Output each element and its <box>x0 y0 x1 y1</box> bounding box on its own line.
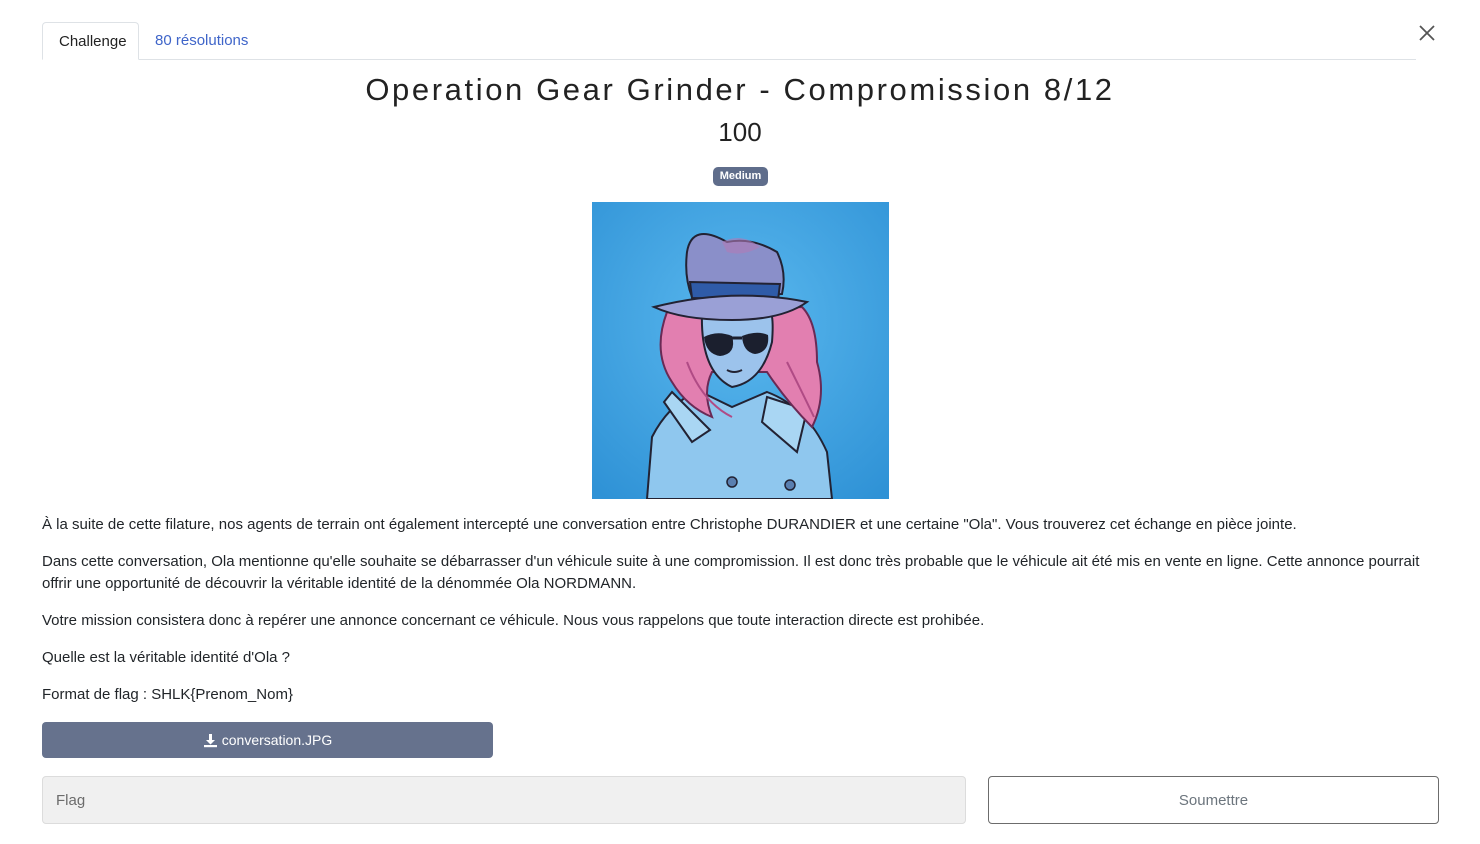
description-paragraph: À la suite de cette filature, nos agents… <box>42 516 1297 533</box>
close-icon[interactable] <box>1416 22 1438 44</box>
tab-solves[interactable]: 80 résolutions <box>139 22 264 59</box>
difficulty-badge: Medium <box>713 167 768 186</box>
attachment-filename: conversation.JPG <box>221 732 333 748</box>
description-question: Quelle est la véritable identité d'Ola ? <box>42 649 291 666</box>
challenge-description: À la suite de cette filature, nos agents… <box>42 514 1442 721</box>
download-icon <box>203 733 218 748</box>
challenge-tabs: Challenge 80 résolutions <box>42 22 1416 60</box>
tab-challenge[interactable]: Challenge <box>42 22 139 60</box>
challenge-title: Operation Gear Grinder - Compromission 8… <box>365 72 1115 107</box>
flag-input[interactable] <box>42 776 966 824</box>
submit-button[interactable]: Soumettre <box>988 776 1439 824</box>
flag-format: Format de flag : SHLK{Prenom_Nom} <box>42 686 293 703</box>
challenge-illustration <box>592 202 889 500</box>
description-paragraph: Votre mission consistera donc à repérer … <box>42 612 985 629</box>
challenge-points: 100 <box>718 117 762 147</box>
download-attachment-button[interactable]: conversation.JPG <box>42 722 493 758</box>
description-paragraph: Dans cette conversation, Ola mentionne q… <box>42 553 1420 592</box>
